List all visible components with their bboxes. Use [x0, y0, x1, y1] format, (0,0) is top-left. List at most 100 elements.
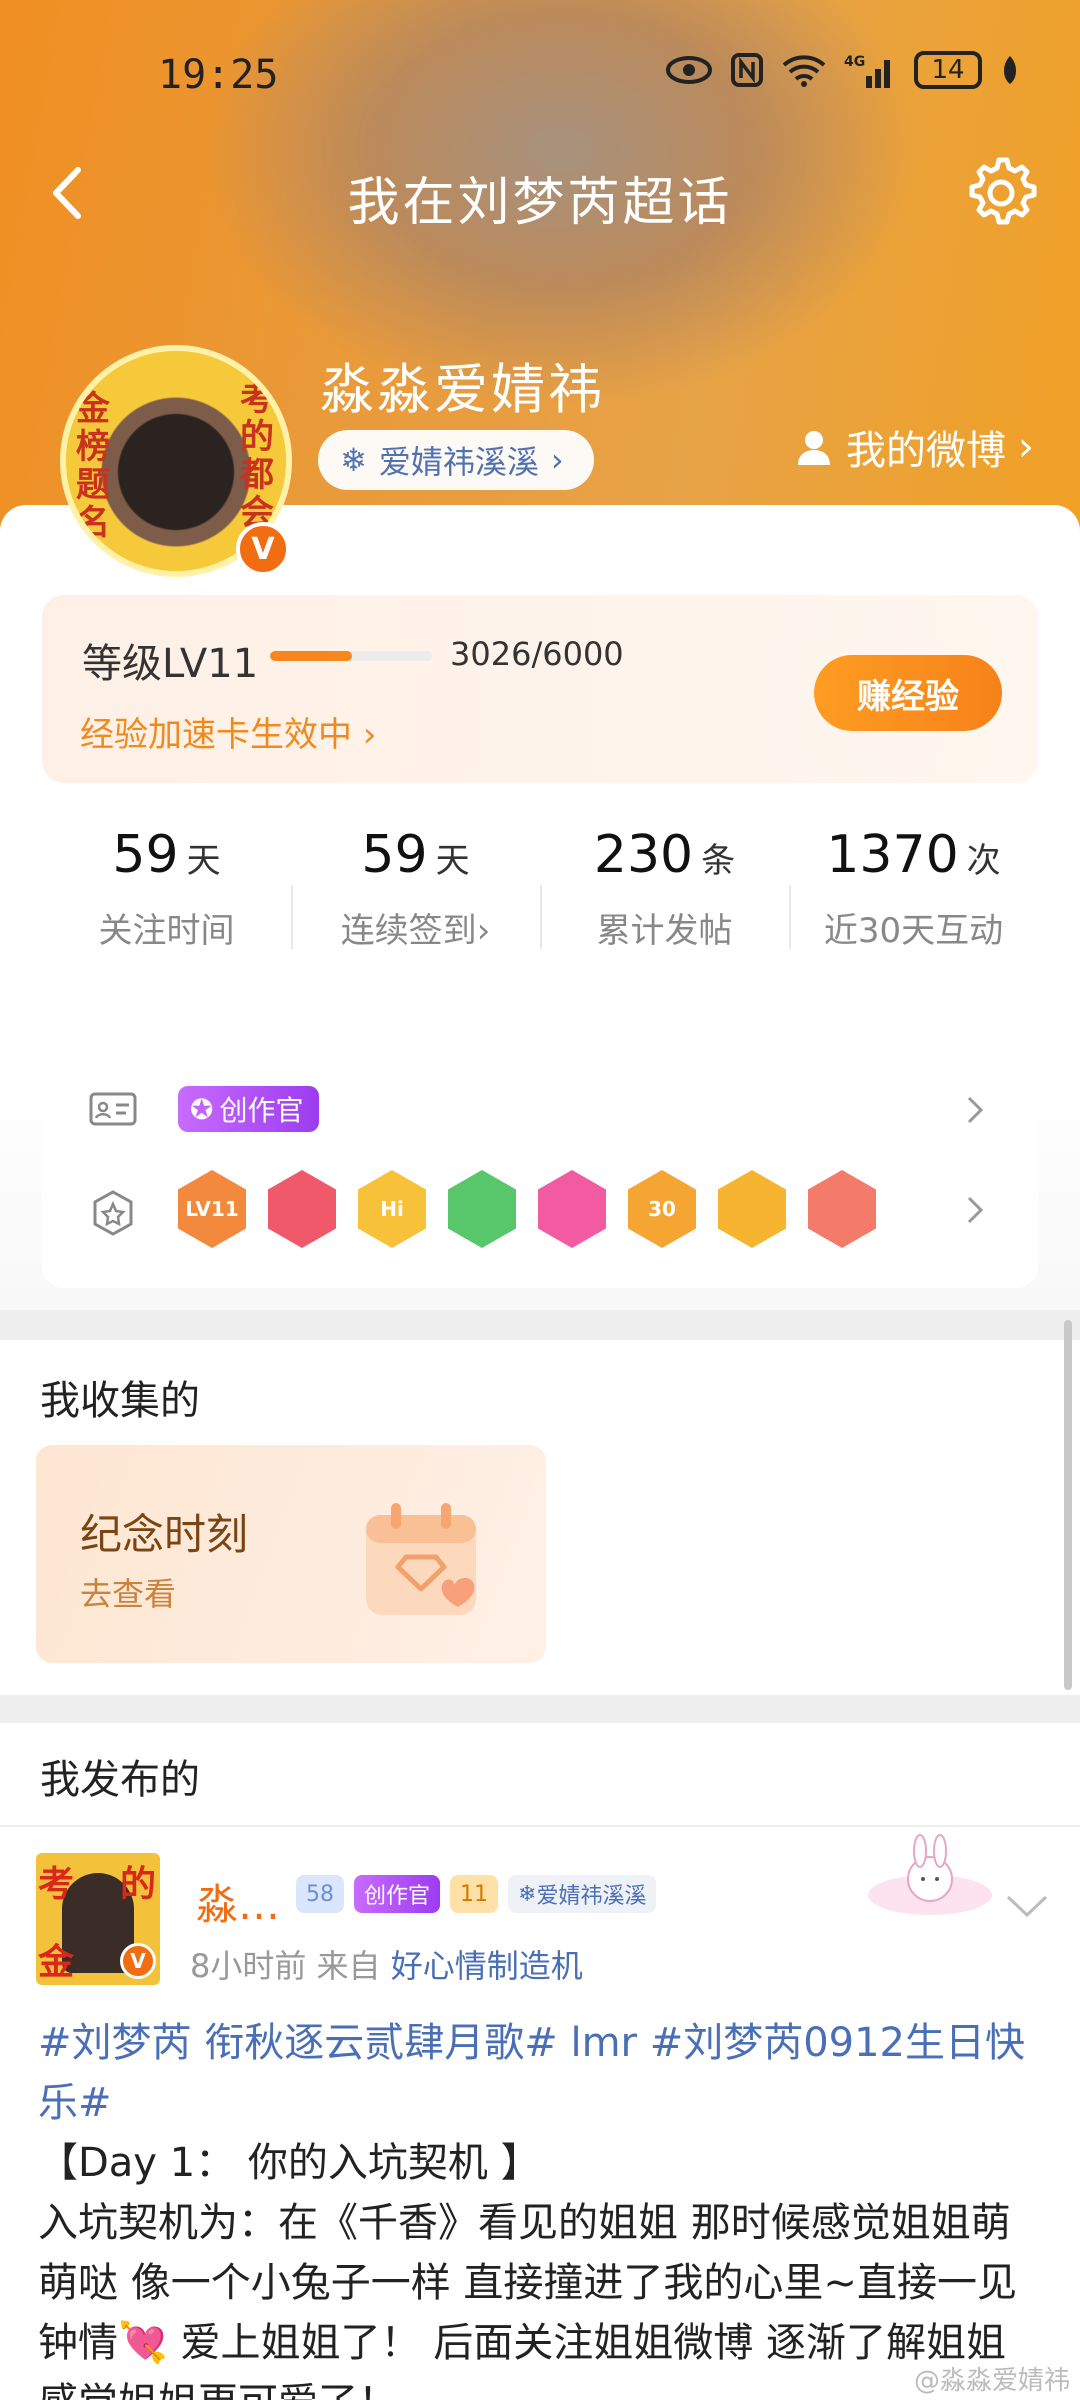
scrollbar[interactable] [1064, 1320, 1072, 1690]
medal-badge [268, 1170, 336, 1248]
post-source[interactable]: 好心情制造机 [391, 1947, 583, 1985]
badge-text: 爱婧祎溪溪 [536, 1884, 647, 1909]
post-card[interactable]: 考 的 金 V 淼… 58 创作官 11 ❄ 爱婧祎溪溪 8小时前 来自 好心情… [0, 1723, 1080, 2400]
stat-label: 累计发帖 [596, 911, 733, 951]
avatar-text: 考 [38, 1864, 75, 1905]
my-weibo-link[interactable]: 我的微博 › [794, 418, 1034, 476]
post-avatar[interactable]: 考 的 金 V [36, 1853, 160, 1985]
stat-number: 230 [593, 825, 694, 885]
boost-text: 经验加速卡生效中 [80, 715, 352, 755]
chevron-right-icon: › [476, 911, 491, 951]
medal-badge [538, 1170, 606, 1248]
stat-label-text: 连续签到 [340, 911, 477, 951]
stat-number: 59 [112, 825, 179, 885]
id-card-icon [89, 1092, 137, 1126]
creator-tag-label: 创作官 [219, 1094, 304, 1127]
post-from-label: 来自 [316, 1947, 381, 1985]
chevron-down-icon[interactable] [1004, 1891, 1050, 1921]
badge-fan-level: 11 [450, 1875, 499, 1913]
medal-icon [93, 1190, 133, 1236]
status-time: 19:25 [158, 52, 279, 98]
nfc-icon [730, 50, 764, 90]
medal-badge: LV11 [178, 1170, 246, 1248]
badge-text: 11 [460, 1881, 489, 1907]
badge-level: 58 [296, 1875, 344, 1913]
eye-icon [666, 50, 712, 90]
level-progress-text: 3026/6000 [450, 635, 624, 673]
snowflake-icon: ❄ [340, 441, 367, 479]
avatar-text: 题 [76, 465, 110, 505]
badge-text: 58 [306, 1881, 334, 1907]
honor-card: ✪ 创作官 LV11 Hi 30 [42, 1040, 1038, 1288]
stat-label: 连续签到› [291, 903, 540, 952]
verified-badge: V [120, 1943, 156, 1979]
stat-checkin-days[interactable]: 59 天 连续签到› [291, 825, 540, 995]
stat-number: 1370 [826, 825, 959, 885]
stat-posts: 230 条 累计发帖 [540, 825, 789, 995]
medal-list[interactable]: LV11 Hi 30 [178, 1170, 876, 1248]
avatar-text: 的 [119, 1864, 156, 1905]
earn-exp-button[interactable]: 赚经验 [814, 655, 1002, 731]
post-badges: 58 创作官 11 ❄ 爱婧祎溪溪 [296, 1875, 657, 1913]
chevron-right-icon: › [362, 715, 377, 755]
page-title: 我在刘梦芮超话 [347, 173, 733, 233]
avatar-text: 的 [240, 417, 274, 457]
chevron-right-icon[interactable] [960, 1090, 990, 1130]
medal-badge [448, 1170, 516, 1248]
watermark: @淼淼爱婧祎 [913, 2366, 1070, 2396]
badge-creator: 创作官 [354, 1875, 441, 1913]
stat-number: 59 [361, 825, 428, 885]
verified-badge: V [236, 522, 290, 576]
avatar-text: 金 [76, 389, 110, 429]
stat-unit: 条 [701, 841, 736, 881]
post-meta: 8小时前 来自 好心情制造机 [190, 1941, 583, 1987]
boost-link[interactable]: 经验加速卡生效中 › [80, 707, 376, 756]
bunny-sticker-icon [868, 1834, 992, 1915]
level-label: 等级LV11 [82, 641, 259, 687]
chevron-right-icon[interactable] [960, 1190, 990, 1230]
creator-icon: ✪ [190, 1092, 214, 1126]
wifi-icon [782, 50, 826, 90]
badge-text: 创作官 [364, 1884, 431, 1909]
avatar-text: 考 [240, 379, 274, 419]
username: 淼淼爱婧祎 [320, 358, 605, 421]
post-author-name[interactable]: 淼… [196, 1871, 280, 1932]
memory-card-title: 纪念时刻 [80, 1510, 249, 1559]
top-nav: 我在刘梦芮超话 [0, 150, 1080, 240]
medal-badge [718, 1170, 786, 1248]
medal-badge: Hi [358, 1170, 426, 1248]
memory-card[interactable]: 纪念时刻 去查看 [36, 1445, 546, 1663]
user-icon [798, 431, 830, 465]
post-line: 【Day 1： 你的入坑契机 】 [38, 2140, 541, 2186]
post-hashtags[interactable]: #刘梦芮 衔秋逐云贰肆月歌# lmr #刘梦芮0912生日快乐# [38, 2013, 1048, 2133]
section-divider [0, 1695, 1080, 1723]
level-card: 等级LV11 3026/6000 经验加速卡生效中 › 赚经验 [42, 595, 1038, 783]
stats-row: 59 天 关注时间 59 天 连续签到› 230 条 累计发帖 1370 次 近30天互… [42, 825, 1038, 995]
post-body[interactable]: #刘梦芮 衔秋逐云贰肆月歌# lmr #刘梦芮0912生日快乐# 【Day 1：… [38, 2013, 1048, 2400]
fan-badge-label: 爱婧祎溪溪 [378, 443, 539, 481]
chevron-right-icon: › [550, 441, 564, 479]
snowflake-icon: ❄ [518, 1881, 537, 1907]
signal-icon: 4G [844, 50, 896, 90]
my-weibo-label: 我的微博 [846, 428, 1006, 474]
post-line: 入坑契机为：在《千香》看见的姐姐 那时候感觉姐姐萌萌哒 像一个小兔子一样 直接撞… [38, 2200, 1017, 2400]
status-bar: 19:25 4G 14 [0, 40, 1080, 110]
battery-indicator: 14 [914, 51, 982, 89]
collect-title: 我收集的 [40, 1378, 200, 1424]
stat-unit: 天 [186, 841, 221, 881]
level-progress-bar [270, 651, 432, 661]
creator-tag[interactable]: ✪ 创作官 [178, 1086, 320, 1132]
stat-interactions: 1370 次 近30天互动 [789, 825, 1038, 995]
avatar-text: 金 [38, 1942, 75, 1983]
settings-button[interactable] [962, 154, 1040, 232]
memory-card-link: 去查看 [80, 1575, 177, 1613]
calendar-illustration-icon [366, 1503, 476, 1615]
collect-section: 我收集的 纪念时刻 去查看 [0, 1340, 1080, 1695]
gear-icon [969, 157, 1037, 225]
stat-label: 近30天互动 [823, 911, 1004, 951]
fan-badge[interactable]: ❄ 爱婧祎溪溪 › [318, 430, 594, 490]
status-icons: 4G 14 [666, 50, 1020, 90]
leaf-icon [1000, 50, 1020, 90]
avatar-text: 名 [76, 503, 110, 543]
post-time: 8小时前 [190, 1947, 307, 1985]
